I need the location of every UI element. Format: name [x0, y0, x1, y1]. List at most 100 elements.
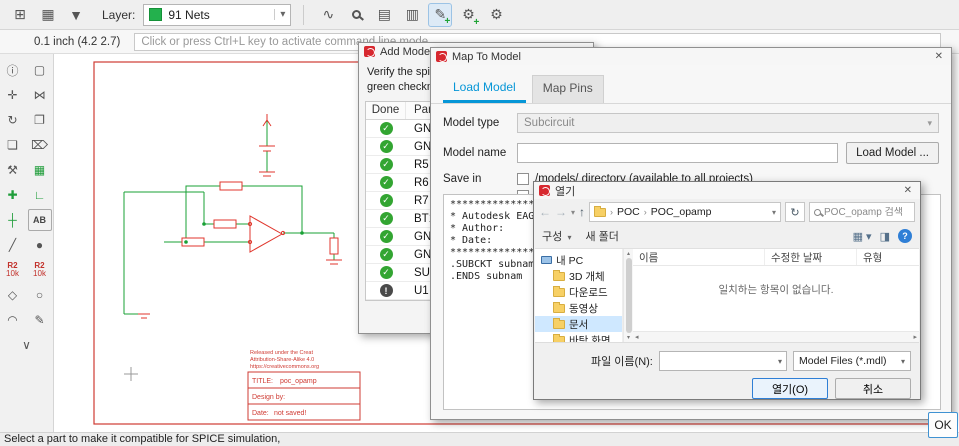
- plus-badge-icon: +: [444, 15, 451, 27]
- search-box[interactable]: [809, 202, 915, 222]
- layer-value: 91 Nets: [168, 7, 210, 22]
- open-dialog-titlebar[interactable]: 열기 ✕: [534, 182, 920, 199]
- wrench-icon[interactable]: ⚒: [1, 159, 25, 181]
- value-tool[interactable]: R2 10k: [28, 259, 52, 281]
- chevron-down-icon[interactable]: ▾: [772, 208, 776, 217]
- scroll-down-icon[interactable]: ▾: [627, 334, 630, 341]
- text-tool-icon[interactable]: ✎: [28, 309, 52, 331]
- license-line: Attribution-Share-Alike 4.0: [250, 357, 314, 363]
- file-type-dropdown[interactable]: Model Files (*.mdl) ▾: [793, 351, 911, 371]
- forward-icon[interactable]: →: [555, 205, 567, 219]
- layer-label: Layer:: [102, 7, 136, 22]
- grid-settings-icon[interactable]: ▦: [36, 3, 60, 27]
- documents-icon[interactable]: ▥: [400, 3, 424, 27]
- label-tool-icon[interactable]: AB: [27, 209, 52, 231]
- folder-icon: [553, 285, 565, 297]
- settings-icon[interactable]: ⚙: [484, 3, 508, 27]
- model-type-select[interactable]: Subcircuit ▾: [517, 113, 939, 133]
- plus-badge-icon: +: [473, 16, 480, 28]
- paste-icon[interactable]: ❏: [1, 134, 25, 156]
- add-part-icon[interactable]: ✚: [1, 184, 25, 206]
- model-name-input[interactable]: [517, 143, 839, 163]
- scrollbar-thumb[interactable]: [625, 258, 632, 333]
- new-folder-button[interactable]: 새 폴더: [586, 228, 619, 244]
- filter-icon[interactable]: ▼: [64, 3, 88, 27]
- address-bar[interactable]: › POC › POC_opamp ▾: [589, 202, 781, 222]
- ok-button[interactable]: OK: [928, 412, 958, 438]
- search-input[interactable]: [824, 206, 910, 218]
- junction-icon[interactable]: ┼: [1, 209, 25, 231]
- model-type-value: Subcircuit: [524, 117, 575, 129]
- add-spice-model-icon[interactable]: ✎ +: [428, 2, 453, 27]
- wire-tool-icon[interactable]: ∿: [316, 3, 340, 27]
- column-type[interactable]: 유형: [857, 249, 919, 265]
- sidebar-item-downloads[interactable]: 다운로드: [535, 284, 622, 300]
- map-dialog-titlebar[interactable]: Map To Model ✕: [431, 48, 951, 65]
- scroll-up-icon[interactable]: ▴: [627, 250, 630, 257]
- preview-pane-icon[interactable]: ◨: [880, 230, 890, 243]
- delete-icon[interactable]: ⌦: [28, 134, 52, 156]
- open-file-dialog: 열기 ✕ ← → ▾ ↑ › POC › POC_opamp ▾ ↻ 구성 ▾ …: [533, 181, 921, 400]
- circle-tool-icon[interactable]: ○: [28, 284, 52, 306]
- folder-icon: [553, 317, 565, 329]
- net-tool-icon[interactable]: ∟: [28, 184, 52, 206]
- tree-scrollbar[interactable]: ▴ ▾: [623, 249, 633, 342]
- up-icon[interactable]: ↑: [579, 205, 585, 219]
- view-options-icon[interactable]: ▦ ▾: [853, 230, 872, 243]
- polygon-tool-icon[interactable]: ◇: [1, 284, 25, 306]
- close-icon[interactable]: ✕: [901, 185, 915, 196]
- folder-icon: [553, 301, 565, 313]
- sidebar-item-desktop[interactable]: 바탕 화면: [535, 332, 622, 342]
- load-model-button[interactable]: Load Model ...: [846, 142, 939, 164]
- scroll-left-icon[interactable]: ◂: [635, 333, 639, 341]
- more-tools-chevron-icon[interactable]: ∨: [1, 334, 53, 356]
- cancel-button[interactable]: 취소: [835, 378, 911, 399]
- history-chevron-icon[interactable]: ▾: [571, 208, 575, 217]
- file-name-combo[interactable]: ▾: [658, 351, 787, 371]
- simulation-settings-icon[interactable]: ⚙ +: [456, 3, 480, 27]
- map-dialog-title: Map To Model: [452, 50, 521, 63]
- breadcrumb-poc[interactable]: POC: [617, 206, 640, 218]
- chevron-down-icon: ▾: [900, 356, 905, 366]
- arc-tool-icon[interactable]: ◠: [1, 309, 25, 331]
- file-list-horizontal-scrollbar[interactable]: ◂ ▸: [633, 331, 919, 342]
- zoom-icon[interactable]: [344, 3, 368, 27]
- file-name-input[interactable]: [663, 355, 778, 367]
- organize-button[interactable]: 구성 ▾: [542, 228, 572, 244]
- mirror-icon[interactable]: ⋈: [28, 84, 52, 106]
- replace-icon[interactable]: ▦: [28, 159, 52, 181]
- copy-icon[interactable]: ❐: [28, 109, 52, 131]
- top-toolbar: ⊞ ▦ ▼ Layer: 91 Nets ▾ ∿ ▤ ▥ ✎ + ⚙ + ⚙: [0, 0, 959, 30]
- select-region-icon[interactable]: ▢: [28, 59, 52, 81]
- checkbox-icon[interactable]: [517, 173, 529, 185]
- scroll-right-icon[interactable]: ▸: [913, 333, 917, 341]
- date-value: not saved!: [274, 410, 306, 417]
- name-tool[interactable]: R2 10k: [1, 259, 25, 281]
- move-icon[interactable]: ✛: [1, 84, 25, 106]
- sidebar-item-this-pc[interactable]: 내 PC: [535, 252, 622, 268]
- grid-icon[interactable]: ⊞: [8, 3, 32, 27]
- title-block: Released under the Creat Attribution-Sha…: [247, 350, 361, 421]
- tab-map-pins[interactable]: Map Pins: [531, 75, 604, 103]
- dot-tool-icon[interactable]: ●: [28, 234, 52, 256]
- layer-dropdown[interactable]: 91 Nets ▾: [143, 3, 292, 26]
- close-icon[interactable]: ✕: [932, 51, 946, 62]
- info-icon[interactable]: ⓘ: [1, 59, 25, 81]
- line-tool-icon[interactable]: ╱: [1, 234, 25, 256]
- refresh-icon[interactable]: ↻: [785, 202, 805, 222]
- sidebar-item-videos[interactable]: 동영상: [535, 300, 622, 316]
- sidebar-item-3d-objects[interactable]: 3D 개체: [535, 268, 622, 284]
- tab-load-model[interactable]: Load Model: [443, 75, 526, 103]
- chevron-down-icon: ▾: [565, 233, 572, 242]
- column-name[interactable]: 이름: [633, 249, 765, 265]
- rotate-icon[interactable]: ↻: [1, 109, 25, 131]
- help-icon[interactable]: ?: [898, 229, 912, 243]
- net-wires: [123, 120, 335, 315]
- library-icon[interactable]: ▤: [372, 3, 396, 27]
- column-date-modified[interactable]: 수정한 날짜: [765, 249, 857, 265]
- back-icon[interactable]: ←: [539, 205, 551, 219]
- sidebar-item-documents[interactable]: 문서: [535, 316, 622, 332]
- open-button[interactable]: 열기(O): [752, 378, 828, 399]
- file-name-label: 파일 이름(N):: [591, 356, 653, 368]
- breadcrumb-poc-opamp[interactable]: POC_opamp: [651, 206, 712, 218]
